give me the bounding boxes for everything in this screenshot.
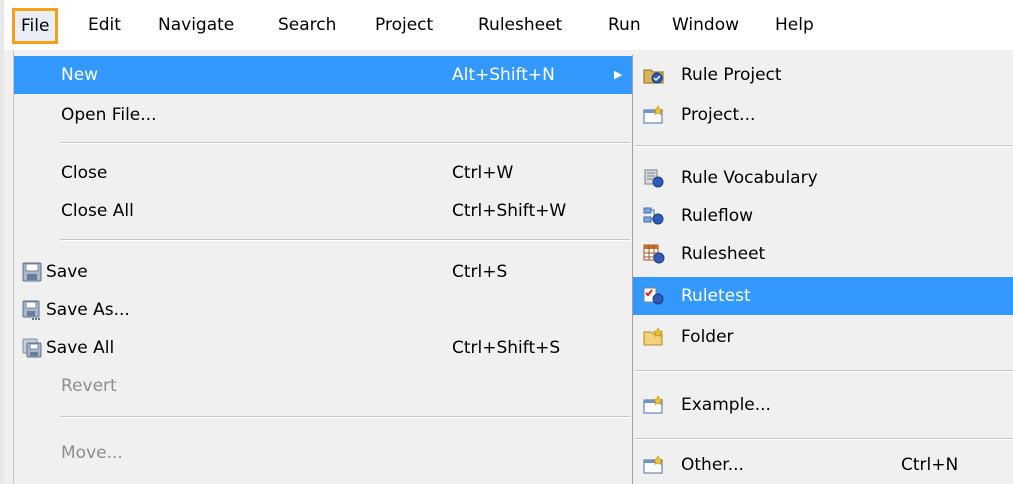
submenu-item-label: Folder (681, 327, 734, 347)
menu-item-accelerator: Ctrl+W (452, 163, 514, 183)
menu-rulesheet[interactable]: Rulesheet (478, 10, 562, 40)
ruletest-icon (643, 287, 664, 305)
submenu-item-folder[interactable]: Folder (633, 318, 1013, 356)
submenu-item-other[interactable]: Other... Ctrl+N (633, 446, 1013, 484)
menu-item-close-all[interactable]: Close All Ctrl+Shift+W (14, 192, 632, 230)
submenu-item-label: Rulesheet (681, 244, 766, 264)
menu-item-label: Move... (61, 443, 123, 463)
submenu-item-accelerator: Ctrl+N (901, 455, 959, 475)
menu-separator (60, 239, 630, 241)
menu-item-label: Save (46, 262, 88, 282)
submenu-item-label: Rule Vocabulary (681, 168, 818, 188)
menu-item-label: Save All (46, 338, 115, 358)
submenu-separator (635, 145, 1013, 147)
menu-item-save-as[interactable]: Save As... (14, 291, 632, 329)
menu-item-label: Close All (61, 201, 134, 221)
menu-help[interactable]: Help (775, 10, 814, 40)
ruleflow-icon (643, 207, 664, 225)
menu-separator (60, 142, 630, 144)
menu-item-revert: Revert (14, 367, 632, 405)
submenu-item-ruletest[interactable]: Ruletest (633, 277, 1013, 315)
rule-project-icon (643, 69, 664, 84)
window-edge (0, 0, 4, 484)
menu-item-move: Move... (14, 434, 632, 472)
menu-item-label: Save As... (46, 300, 130, 320)
submenu-item-rule-project[interactable]: Rule Project (633, 56, 1013, 94)
menu-edit[interactable]: Edit (88, 10, 121, 40)
menu-navigate[interactable]: Navigate (158, 10, 234, 40)
submenu-item-label: Ruleflow (681, 206, 754, 226)
submenu-item-label: Example... (681, 395, 771, 415)
menu-file[interactable]: File (12, 8, 59, 44)
save-icon (22, 262, 42, 282)
rule-vocabulary-icon (644, 169, 664, 188)
file-menu-dropdown: New Alt+Shift+N ▶ Open File... Close Ctr… (13, 50, 632, 484)
submenu-item-example[interactable]: Example... (633, 386, 1013, 424)
save-as-icon (22, 300, 40, 320)
menu-item-save-all[interactable]: Save All Ctrl+Shift+S (14, 329, 632, 367)
submenu-arrow-icon: ▶ (614, 68, 623, 81)
submenu-item-label: Ruletest (681, 286, 751, 306)
menu-project[interactable]: Project (375, 10, 433, 40)
menu-item-label: Close (61, 163, 108, 183)
other-wizard-icon (643, 455, 664, 474)
submenu-item-rule-vocabulary[interactable]: Rule Vocabulary (633, 159, 1013, 197)
submenu-item-ruleflow[interactable]: Ruleflow (633, 197, 1013, 235)
menubar: File Edit Navigate Search Project Rulesh… (0, 0, 1013, 484)
menu-item-label: Open File... (61, 105, 157, 125)
save-all-icon (22, 338, 42, 358)
menu-item-open-file[interactable]: Open File... (14, 96, 632, 134)
menu-item-new[interactable]: New Alt+Shift+N ▶ (14, 56, 632, 94)
menu-item-label: Revert (61, 376, 117, 396)
menu-separator (60, 416, 630, 418)
submenu-item-label: Rule Project (681, 65, 782, 85)
submenu-separator (635, 438, 1013, 440)
folder-icon (643, 327, 664, 346)
new-submenu: Rule Project Project... Rule Vocabulary … (632, 55, 1013, 484)
menu-run[interactable]: Run (608, 10, 641, 40)
menu-item-accelerator: Alt+Shift+N (452, 65, 555, 85)
menu-item-save[interactable]: Save Ctrl+S (14, 253, 632, 291)
menu-item-accelerator: Ctrl+S (452, 262, 508, 282)
menu-item-accelerator: Ctrl+Shift+S (452, 338, 561, 358)
submenu-item-rulesheet[interactable]: Rulesheet (633, 235, 1013, 273)
rulesheet-icon (643, 244, 665, 264)
menu-search[interactable]: Search (278, 10, 336, 40)
submenu-separator (635, 370, 1013, 372)
menu-item-close[interactable]: Close Ctrl+W (14, 154, 632, 192)
menu-item-label: New (61, 65, 99, 85)
menu-window[interactable]: Window (672, 10, 739, 40)
submenu-item-label: Other... (681, 455, 744, 475)
example-icon (643, 395, 664, 414)
submenu-item-label: Project... (681, 105, 756, 125)
submenu-item-project[interactable]: Project... (633, 96, 1013, 134)
project-icon (643, 105, 664, 124)
menu-item-accelerator: Ctrl+Shift+W (452, 201, 567, 221)
